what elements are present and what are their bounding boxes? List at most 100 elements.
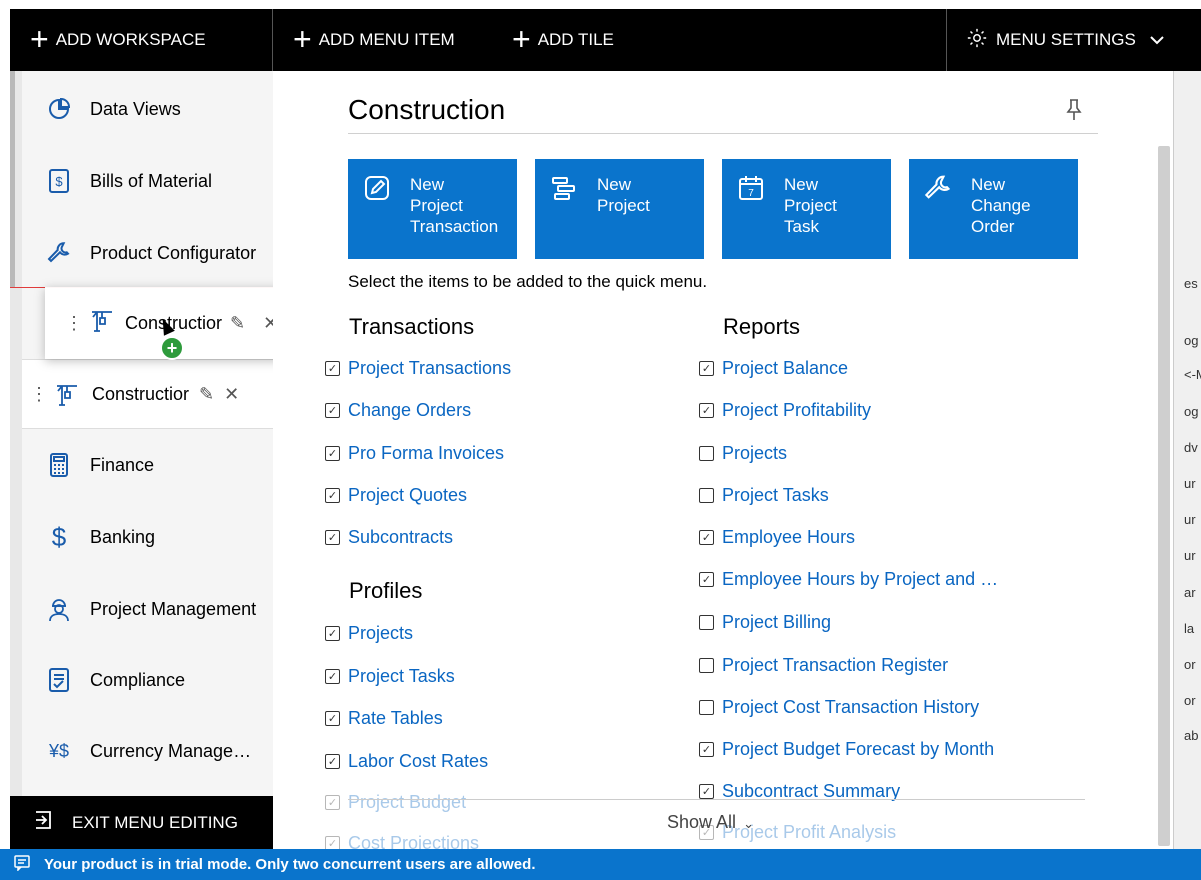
drag-handle-icon[interactable]: ⋮ bbox=[30, 384, 48, 405]
crane-icon bbox=[89, 307, 115, 339]
checkbox-checked-icon[interactable]: ✓ bbox=[325, 403, 340, 418]
sidebar-item-compliance[interactable]: Compliance bbox=[22, 645, 273, 715]
reports-checkbox-item[interactable]: Project Tasks bbox=[699, 485, 829, 506]
pin-icon[interactable] bbox=[1066, 98, 1082, 128]
tile-label: New Change Order bbox=[971, 175, 1031, 236]
wrench-icon bbox=[923, 173, 953, 203]
transactions-checkbox-item[interactable]: ✓ Pro Forma Invoices bbox=[325, 443, 504, 464]
transactions-checkbox-item[interactable]: ✓ Project Transactions bbox=[325, 358, 511, 379]
checkbox-checked-icon[interactable]: ✓ bbox=[699, 742, 714, 757]
reports-checkbox-item[interactable]: ✓ Project Profitability bbox=[699, 400, 871, 421]
background-text: dv bbox=[1184, 440, 1198, 455]
document-dollar-icon: $ bbox=[46, 168, 72, 194]
tile-new-project[interactable]: New Project bbox=[535, 159, 704, 259]
tile-new-project-transaction[interactable]: New Project Transaction bbox=[348, 159, 517, 259]
reports-checkbox-item[interactable]: ✓ Employee Hours by Project and … bbox=[699, 569, 998, 590]
close-icon[interactable]: ✕ bbox=[224, 384, 239, 405]
transactions-checkbox-item[interactable]: ✓ Project Quotes bbox=[325, 485, 467, 506]
checkbox-checked-icon[interactable]: ✓ bbox=[325, 711, 340, 726]
drag-handle-icon: ⋮ bbox=[65, 312, 83, 333]
profiles-checkbox-item[interactable]: ✓ Rate Tables bbox=[325, 708, 443, 729]
profiles-checkbox-item[interactable]: ✓ Project Tasks bbox=[325, 666, 455, 687]
page-title: Construction bbox=[348, 94, 506, 125]
plus-icon: + bbox=[512, 21, 531, 57]
svg-text:$: $ bbox=[55, 174, 63, 189]
background-text: es bbox=[1184, 276, 1198, 291]
show-all-button[interactable]: Show All ⌄ bbox=[667, 812, 754, 833]
profiles-checkbox-item[interactable]: ✓ Project Budget bbox=[325, 792, 466, 813]
pencil-square-icon bbox=[362, 173, 392, 203]
reports-checkbox-item[interactable]: ✓ Project Budget Forecast by Month bbox=[699, 739, 994, 760]
exit-menu-editing-button[interactable]: EXIT MENU EDITING bbox=[10, 796, 273, 849]
exit-menu-editing-label: EXIT MENU EDITING bbox=[72, 812, 238, 832]
worker-icon bbox=[46, 596, 72, 622]
reports-checkbox-item[interactable]: Project Transaction Register bbox=[699, 655, 948, 676]
sidebar-item-construction[interactable]: ⋮ Constructior ✎ ✕ bbox=[22, 359, 273, 429]
sidebar-item-finance[interactable]: Finance bbox=[22, 430, 273, 500]
reports-checkbox-item[interactable]: ✓ Employee Hours bbox=[699, 527, 855, 548]
background-text: ur bbox=[1184, 476, 1196, 491]
checkbox-checked-icon[interactable]: ✓ bbox=[699, 361, 714, 376]
checkbox-checked-icon[interactable]: ✓ bbox=[699, 572, 714, 587]
transactions-checkbox-item[interactable]: ✓ Subcontracts bbox=[325, 527, 453, 548]
sidebar-item-product-configurator[interactable]: Product Configurator bbox=[22, 218, 273, 288]
tile-new-project-task[interactable]: 7 New Project Task bbox=[722, 159, 891, 259]
checkbox-unchecked-icon[interactable] bbox=[699, 700, 714, 715]
gantt-icon bbox=[549, 173, 579, 203]
checkbox-checked-icon[interactable]: ✓ bbox=[325, 669, 340, 684]
scrollbar[interactable] bbox=[1158, 146, 1170, 846]
checkbox-unchecked-icon[interactable] bbox=[699, 488, 714, 503]
menu-settings-button[interactable]: MENU SETTINGS bbox=[966, 9, 1164, 71]
reports-checkbox-item[interactable]: Projects bbox=[699, 443, 787, 464]
profiles-checkbox-item[interactable]: ✓ Labor Cost Rates bbox=[325, 751, 488, 772]
edit-icon: ✎ bbox=[230, 312, 246, 333]
profiles-checkbox-item[interactable]: ✓ Projects bbox=[325, 623, 413, 644]
checkbox-checked-icon[interactable]: ✓ bbox=[325, 754, 340, 769]
add-tile-label: ADD TILE bbox=[537, 30, 614, 49]
sidebar-item-label: Bills of Material bbox=[90, 170, 213, 191]
checkbox-unchecked-icon[interactable] bbox=[699, 658, 714, 673]
checkbox-checked-icon[interactable]: ✓ bbox=[325, 626, 340, 641]
checkbox-label: Project Cost Transaction History bbox=[722, 697, 980, 717]
checkbox-checked-icon[interactable]: ✓ bbox=[699, 403, 714, 418]
checkbox-label: Project Transactions bbox=[348, 358, 512, 378]
checkbox-checked-icon[interactable]: ✓ bbox=[325, 446, 340, 461]
checkbox-label: Projects bbox=[348, 623, 414, 643]
sidebar-item-banking[interactable]: $ Banking bbox=[22, 502, 273, 572]
add-workspace-button[interactable]: + ADD WORKSPACE bbox=[30, 9, 206, 71]
tile-new-change-order[interactable]: New Change Order bbox=[909, 159, 1078, 259]
add-tile-button[interactable]: + ADD TILE bbox=[512, 9, 614, 71]
background-text: <-M bbox=[1184, 367, 1201, 382]
checkbox-unchecked-icon[interactable] bbox=[699, 446, 714, 461]
checkbox-checked-icon[interactable]: ✓ bbox=[325, 795, 340, 810]
reports-checkbox-item[interactable]: ✓ Project Balance bbox=[699, 358, 848, 379]
calendar-icon: 7 bbox=[736, 173, 766, 203]
sidebar-scroll-indicator bbox=[10, 71, 15, 287]
edit-icon[interactable]: ✎ bbox=[199, 384, 214, 405]
instruction-text: Select the items to be added to the quic… bbox=[348, 272, 708, 291]
checkbox-checked-icon[interactable]: ✓ bbox=[325, 488, 340, 503]
checkbox-label: Project Balance bbox=[722, 358, 849, 378]
add-menu-item-label: ADD MENU ITEM bbox=[318, 30, 455, 49]
reports-checkbox-item[interactable]: Project Billing bbox=[699, 612, 831, 633]
checkbox-checked-icon[interactable]: ✓ bbox=[699, 530, 714, 545]
sidebar-item-bills-of-material[interactable]: $ Bills of Material bbox=[22, 146, 273, 216]
reports-checkbox-item[interactable]: Project Cost Transaction History bbox=[699, 697, 979, 718]
gear-icon bbox=[966, 27, 988, 54]
sidebar-item-data-views[interactable]: Data Views bbox=[22, 74, 273, 144]
transactions-checkbox-item[interactable]: ✓ Change Orders bbox=[325, 400, 471, 421]
add-menu-item-button[interactable]: + ADD MENU ITEM bbox=[293, 9, 455, 71]
checkbox-checked-icon[interactable]: ✓ bbox=[325, 530, 340, 545]
add-badge-icon: + bbox=[160, 336, 184, 360]
checkbox-label: Labor Cost Rates bbox=[348, 751, 489, 771]
sidebar-item-project-management[interactable]: Project Management bbox=[22, 574, 273, 644]
checkbox-checked-icon[interactable]: ✓ bbox=[325, 361, 340, 376]
checkbox-label: Project Billing bbox=[722, 612, 832, 632]
checkbox-label: Employee Hours bbox=[722, 527, 856, 547]
sidebar-item-currency-management[interactable]: ¥$ Currency Manage… bbox=[22, 716, 273, 786]
background-page: es og <-M og dv ur ur ur ar la or or ab bbox=[1173, 71, 1201, 849]
checkbox-label: Rate Tables bbox=[348, 708, 443, 728]
checkbox-label: Project Tasks bbox=[348, 666, 455, 686]
checkbox-unchecked-icon[interactable] bbox=[699, 615, 714, 630]
checkbox-checked-icon[interactable]: ✓ bbox=[699, 784, 714, 799]
